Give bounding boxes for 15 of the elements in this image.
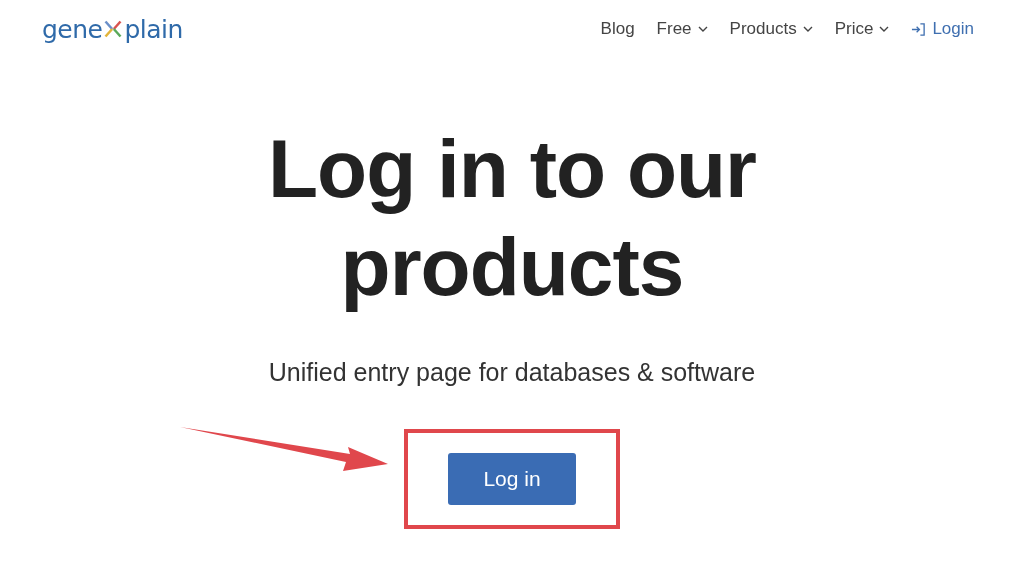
nav-link[interactable]: Blog [600,19,635,39]
page-title: Log in to our products [268,122,756,314]
caret-icon [802,26,813,32]
nav-link[interactable]: Free [656,19,708,39]
login-button[interactable]: Log in [448,453,576,505]
logo-text[interactable]: plain [124,14,183,44]
nav-link[interactable]: Price [834,19,890,39]
caret-icon [697,26,708,32]
logo-text[interactable]: gene [42,14,103,44]
caret-icon [879,26,890,32]
nav-link[interactable]: Login [911,19,974,39]
nav-link[interactable]: Products [729,19,813,39]
logo-cross-icon[interactable] [103,18,124,40]
login-icon [911,21,927,37]
subtitle: Unified entry page for databases & software [268,358,756,387]
